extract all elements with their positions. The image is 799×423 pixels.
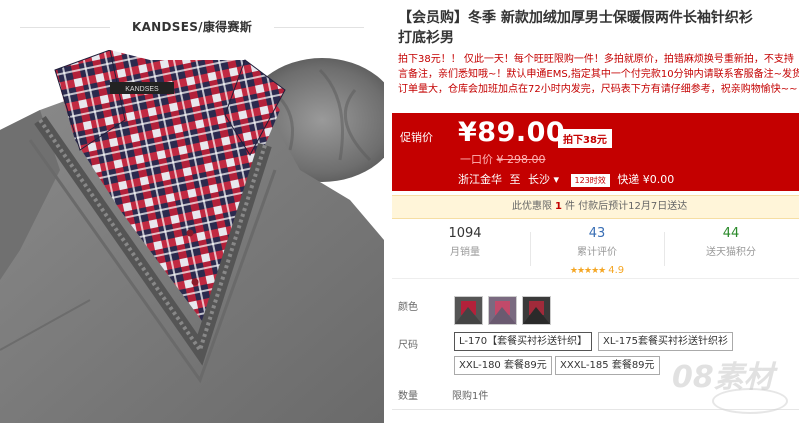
stat-reviews[interactable]: 43 累计评价 ★★★★★ 4.9 xyxy=(532,226,662,277)
deal-suffix: 件 付款后预计12月7日送达 xyxy=(564,201,688,212)
deal-limit-text: 此优惠限 1 件 付款后预计12月7日送达 xyxy=(512,196,687,218)
ship-to-city: 长沙 xyxy=(528,173,550,186)
stat-points: 44 送天猫积分 xyxy=(666,226,796,258)
stat-number: 43 xyxy=(588,226,606,241)
product-description: 拍下38元！！ 仅此一天！每个旺旺限购一件！多拍就原价，拍错麻烦换号重新拍，不支… xyxy=(398,52,799,97)
size-option[interactable]: XXL-180 套餐89元 xyxy=(454,356,552,375)
quantity-limit: 限购1件 xyxy=(452,391,489,402)
rating-row: ★★★★★ 4.9 xyxy=(570,258,624,277)
ship-to-word: 至 xyxy=(509,173,521,186)
stat-number: 44 xyxy=(722,226,740,241)
chevron-down-icon: ▾ xyxy=(553,173,560,186)
ship-from: 浙江金华 xyxy=(458,173,502,186)
product-image-panel: KANDSES/康得赛斯 KANDSES xyxy=(0,0,384,423)
description-line: 订单量大，仓库会加班加点在72小时内发完，尺码表下方有请仔细参考，祝亲购物愉快~… xyxy=(398,84,798,95)
size-option[interactable]: L-170【套餐买衬衫送针织】 xyxy=(454,332,593,351)
color-swatch-option[interactable] xyxy=(488,296,517,325)
express-fee: 快递 ¥0.00 xyxy=(617,173,675,186)
brand-name: KANDSES/康得赛斯 xyxy=(110,18,274,35)
size-label: 尺码 xyxy=(398,340,418,351)
deal-prefix: 此优惠限 xyxy=(512,201,552,212)
watermark-logo: 08素材 xyxy=(672,360,774,395)
stat-label: 送天猫积分 xyxy=(706,247,756,258)
stat-label: 月销量 xyxy=(450,247,480,258)
color-swatch-option[interactable] xyxy=(522,296,551,325)
stat-label: 累计评价 xyxy=(577,247,617,258)
product-title[interactable]: 【会员购】冬季 新款加绒加厚男士保暖假两件长袖针织衫 xyxy=(398,8,799,28)
stat-divider xyxy=(530,232,531,266)
discount-badge: 拍下38元 xyxy=(558,129,612,148)
delivery-time-badge: 123时效 xyxy=(570,174,610,187)
original-price: 一口价 ¥ 298.00 xyxy=(460,151,545,167)
color-swatch-option[interactable] xyxy=(454,296,483,325)
promo-price-label: 促销价 xyxy=(400,131,433,144)
original-price-label: 一口价 xyxy=(460,153,493,166)
quantity-label: 数量 xyxy=(398,391,418,402)
size-option[interactable]: XL-175套餐买衬衫送针织衫 xyxy=(598,332,733,351)
product-title-continued[interactable]: 打底衫男 xyxy=(398,28,454,48)
stat-number: 1094 xyxy=(448,226,482,241)
deal-qty: 1 xyxy=(555,201,562,212)
original-price-value: ¥ 298.00 xyxy=(496,153,546,166)
description-line: 言备注，亲们悉知哦~！默认申通EMS,指定其中一个付完款10分钟内请联系客服备注… xyxy=(398,69,799,80)
shipping-info: 浙江金华 至 长沙 ▾ 123时效 快递 ¥0.00 xyxy=(458,171,674,187)
star-rating-icon: ★★★★★ xyxy=(569,266,606,276)
size-option[interactable]: XXXL-185 套餐89元 xyxy=(555,356,660,375)
stat-divider xyxy=(664,232,665,266)
stat-monthly-sales: 1094 月销量 xyxy=(400,226,530,258)
product-photo[interactable]: KANDSES xyxy=(0,50,384,423)
collar-label: KANDSES xyxy=(125,86,159,93)
price-panel: 促销价 ¥89.00 拍下38元 一口价 ¥ 298.00 浙江金华 至 长沙 … xyxy=(392,113,799,191)
promo-price: ¥89.00 xyxy=(458,117,566,148)
ship-to-dropdown[interactable]: 长沙 ▾ xyxy=(528,173,559,186)
rating-value: 4.9 xyxy=(608,265,625,276)
color-label: 颜色 xyxy=(398,302,418,313)
deal-limit-strip: 此优惠限 1 件 付款后预计12月7日送达 xyxy=(392,195,799,219)
description-line: 拍下38元！！ 仅此一天！每个旺旺限购一件！多拍就原价，拍错麻烦换号重新拍，不支… xyxy=(398,54,794,65)
stats-bar: 1094 月销量 43 累计评价 ★★★★★ 4.9 44 送天猫积分 xyxy=(392,222,799,279)
